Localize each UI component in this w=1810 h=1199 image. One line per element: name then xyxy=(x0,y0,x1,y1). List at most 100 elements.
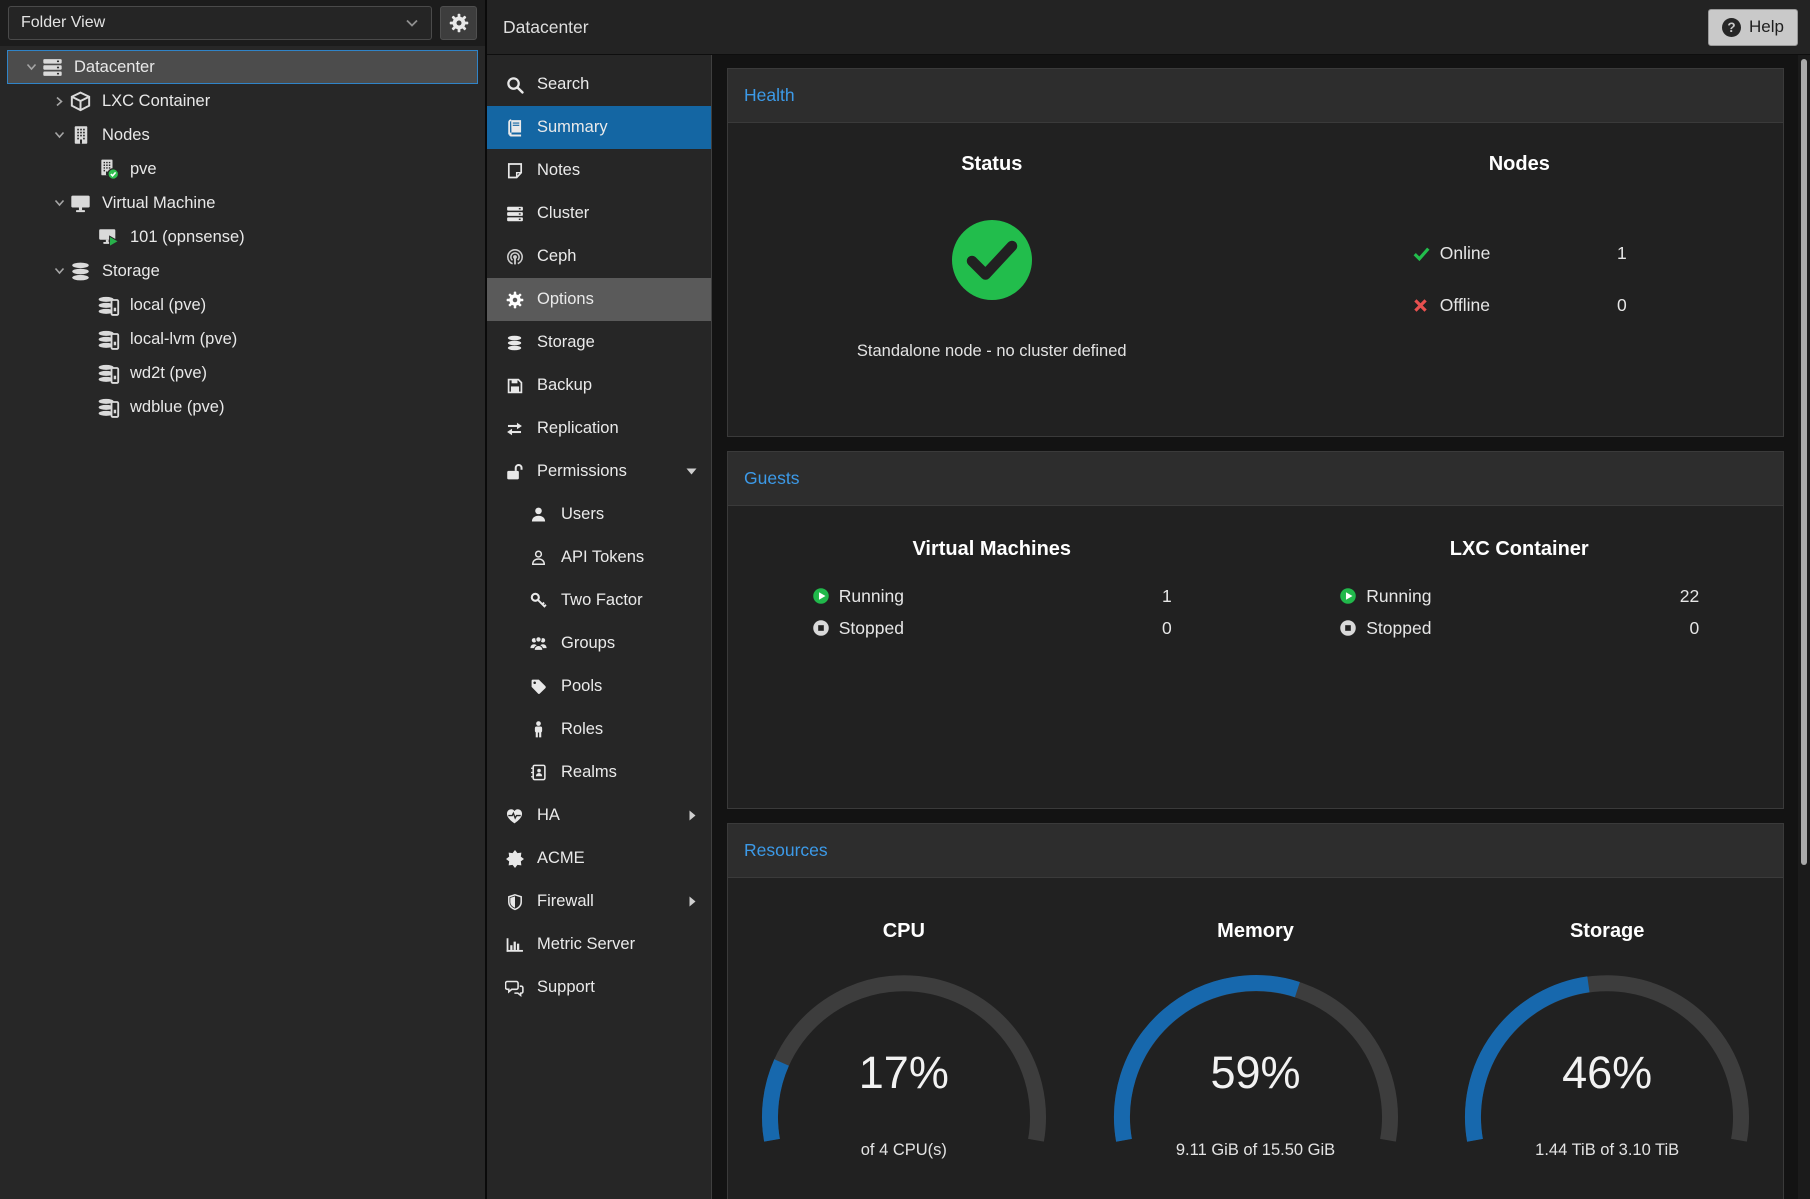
vm-running-value: 1 xyxy=(1162,586,1172,607)
storage-percent: 46% xyxy=(1457,1047,1757,1099)
unlock-icon xyxy=(505,463,524,481)
chevron-down-icon[interactable] xyxy=(50,198,68,208)
menu-item-label: Support xyxy=(537,978,595,997)
tree-item-storage-local-lvm[interactable]: local-lvm (pve) xyxy=(7,322,478,356)
menu-item-support[interactable]: Support xyxy=(487,966,711,1009)
vm-stopped-value: 0 xyxy=(1162,618,1172,639)
tree-item-label: wd2t (pve) xyxy=(130,364,207,383)
menu-item-api-tokens[interactable]: API Tokens xyxy=(487,536,711,579)
view-mode-select[interactable]: Folder View xyxy=(8,6,432,40)
chevron-down-icon[interactable] xyxy=(22,62,40,72)
menu-item-two-factor[interactable]: Two Factor xyxy=(487,579,711,622)
menu-item-summary[interactable]: Summary xyxy=(487,106,711,149)
menu-item-firewall[interactable]: Firewall xyxy=(487,880,711,923)
database-drive-icon xyxy=(96,328,121,351)
search-icon xyxy=(505,76,524,94)
resource-tree: Datacenter LXC Container xyxy=(0,46,485,424)
tree-item-storage-wd2t[interactable]: wd2t (pve) xyxy=(7,356,478,390)
menu-item-label: Pools xyxy=(561,677,602,696)
database-drive-icon xyxy=(96,294,121,317)
server-stack-icon xyxy=(505,205,524,223)
chevron-right-icon[interactable] xyxy=(50,96,68,107)
vm-running-icon xyxy=(96,226,121,249)
monitor-icon xyxy=(68,192,93,215)
menu-item-cluster[interactable]: Cluster xyxy=(487,192,711,235)
tree-item-virtual-machine[interactable]: Virtual Machine xyxy=(7,186,478,220)
tree-item-storage-wdblue[interactable]: wdblue (pve) xyxy=(7,390,478,424)
menu-item-search[interactable]: Search xyxy=(487,63,711,106)
menu-item-groups[interactable]: Groups xyxy=(487,622,711,665)
tree-item-label: Nodes xyxy=(102,126,150,145)
tree-item-lxc-container[interactable]: LXC Container xyxy=(7,84,478,118)
status-ok-icon xyxy=(950,218,1034,302)
menu-item-pools[interactable]: Pools xyxy=(487,665,711,708)
certificate-seal-icon xyxy=(505,850,524,868)
tree-item-label: local-lvm (pve) xyxy=(130,330,237,349)
menu-item-notes[interactable]: Notes xyxy=(487,149,711,192)
page-title: Datacenter xyxy=(503,17,589,38)
health-section-title: Health xyxy=(728,69,1783,123)
cpu-gauge: 17% xyxy=(754,967,1054,1117)
menu-item-label: Options xyxy=(537,290,594,309)
cpu-percent: 17% xyxy=(754,1047,1054,1099)
cluster-status-column: Status Standalone node - no cluster defi… xyxy=(728,123,1256,436)
menu-item-ha[interactable]: HA xyxy=(487,794,711,837)
resources-section-title: Resources xyxy=(728,824,1783,878)
menu-item-label: Notes xyxy=(537,161,580,180)
memory-percent: 59% xyxy=(1106,1047,1406,1099)
menu-item-ceph[interactable]: Ceph xyxy=(487,235,711,278)
menu-item-realms[interactable]: Realms xyxy=(487,751,711,794)
guests-section-title: Guests xyxy=(728,452,1783,506)
tree-item-storage[interactable]: Storage xyxy=(7,254,478,288)
lxc-stopped-row: Stopped 0 xyxy=(1339,615,1699,641)
view-mode-value: Folder View xyxy=(21,14,105,32)
menu-item-options[interactable]: Options xyxy=(487,278,711,321)
tree-item-label: Virtual Machine xyxy=(102,194,215,213)
help-button[interactable]: ? Help xyxy=(1708,9,1798,46)
lxc-stopped-label: Stopped xyxy=(1366,618,1431,639)
scrollbar-thumb[interactable] xyxy=(1801,59,1807,865)
storage-title: Storage xyxy=(1570,920,1644,943)
database-drive-icon xyxy=(96,362,121,385)
menu-item-storage[interactable]: Storage xyxy=(487,321,711,364)
cpu-title: CPU xyxy=(883,920,925,943)
menu-item-label: Backup xyxy=(537,376,592,395)
menu-item-roles[interactable]: Roles xyxy=(487,708,711,751)
menu-item-metric-server[interactable]: Metric Server xyxy=(487,923,711,966)
tree-settings-button[interactable] xyxy=(440,6,477,40)
tree-item-nodes[interactable]: Nodes xyxy=(7,118,478,152)
tree-item-storage-local[interactable]: local (pve) xyxy=(7,288,478,322)
tree-item-datacenter[interactable]: Datacenter xyxy=(7,50,478,84)
lxc-running-row: Running 22 xyxy=(1339,583,1699,609)
menu-item-acme[interactable]: ACME xyxy=(487,837,711,880)
nodes-online-label: Online xyxy=(1440,243,1491,264)
running-icon xyxy=(812,587,830,605)
menu-item-label: Users xyxy=(561,505,604,524)
status-title: Status xyxy=(961,153,1022,176)
tree-item-label: wdblue (pve) xyxy=(130,398,224,417)
chevron-down-icon[interactable] xyxy=(50,130,68,140)
tree-item-vm-101[interactable]: 101 (opnsense) xyxy=(7,220,478,254)
chevron-right-icon xyxy=(688,810,697,821)
sticky-note-icon xyxy=(505,162,524,180)
status-message: Standalone node - no cluster defined xyxy=(857,342,1127,361)
content-scrollbar[interactable] xyxy=(1798,55,1810,1199)
menu-item-users[interactable]: Users xyxy=(487,493,711,536)
lxc-column: LXC Container Running 22 xyxy=(1256,506,1784,808)
tree-toolbar: Folder View xyxy=(0,0,485,46)
vm-running-row: Running 1 xyxy=(812,583,1172,609)
cube-icon xyxy=(68,90,93,113)
shield-icon xyxy=(505,893,524,911)
chevron-down-icon[interactable] xyxy=(50,266,68,276)
tree-item-label: pve xyxy=(130,160,157,179)
tree-item-pve[interactable]: pve xyxy=(7,152,478,186)
address-book-icon xyxy=(529,764,548,782)
storage-gauge: 46% xyxy=(1457,967,1757,1117)
menu-item-label: Summary xyxy=(537,118,608,137)
menu-item-permissions[interactable]: Permissions xyxy=(487,450,711,493)
nodes-offline-row: Offline 0 xyxy=(1412,292,1627,318)
menu-item-replication[interactable]: Replication xyxy=(487,407,711,450)
server-stack-icon xyxy=(40,56,65,79)
menu-item-backup[interactable]: Backup xyxy=(487,364,711,407)
check-icon xyxy=(1412,244,1432,262)
